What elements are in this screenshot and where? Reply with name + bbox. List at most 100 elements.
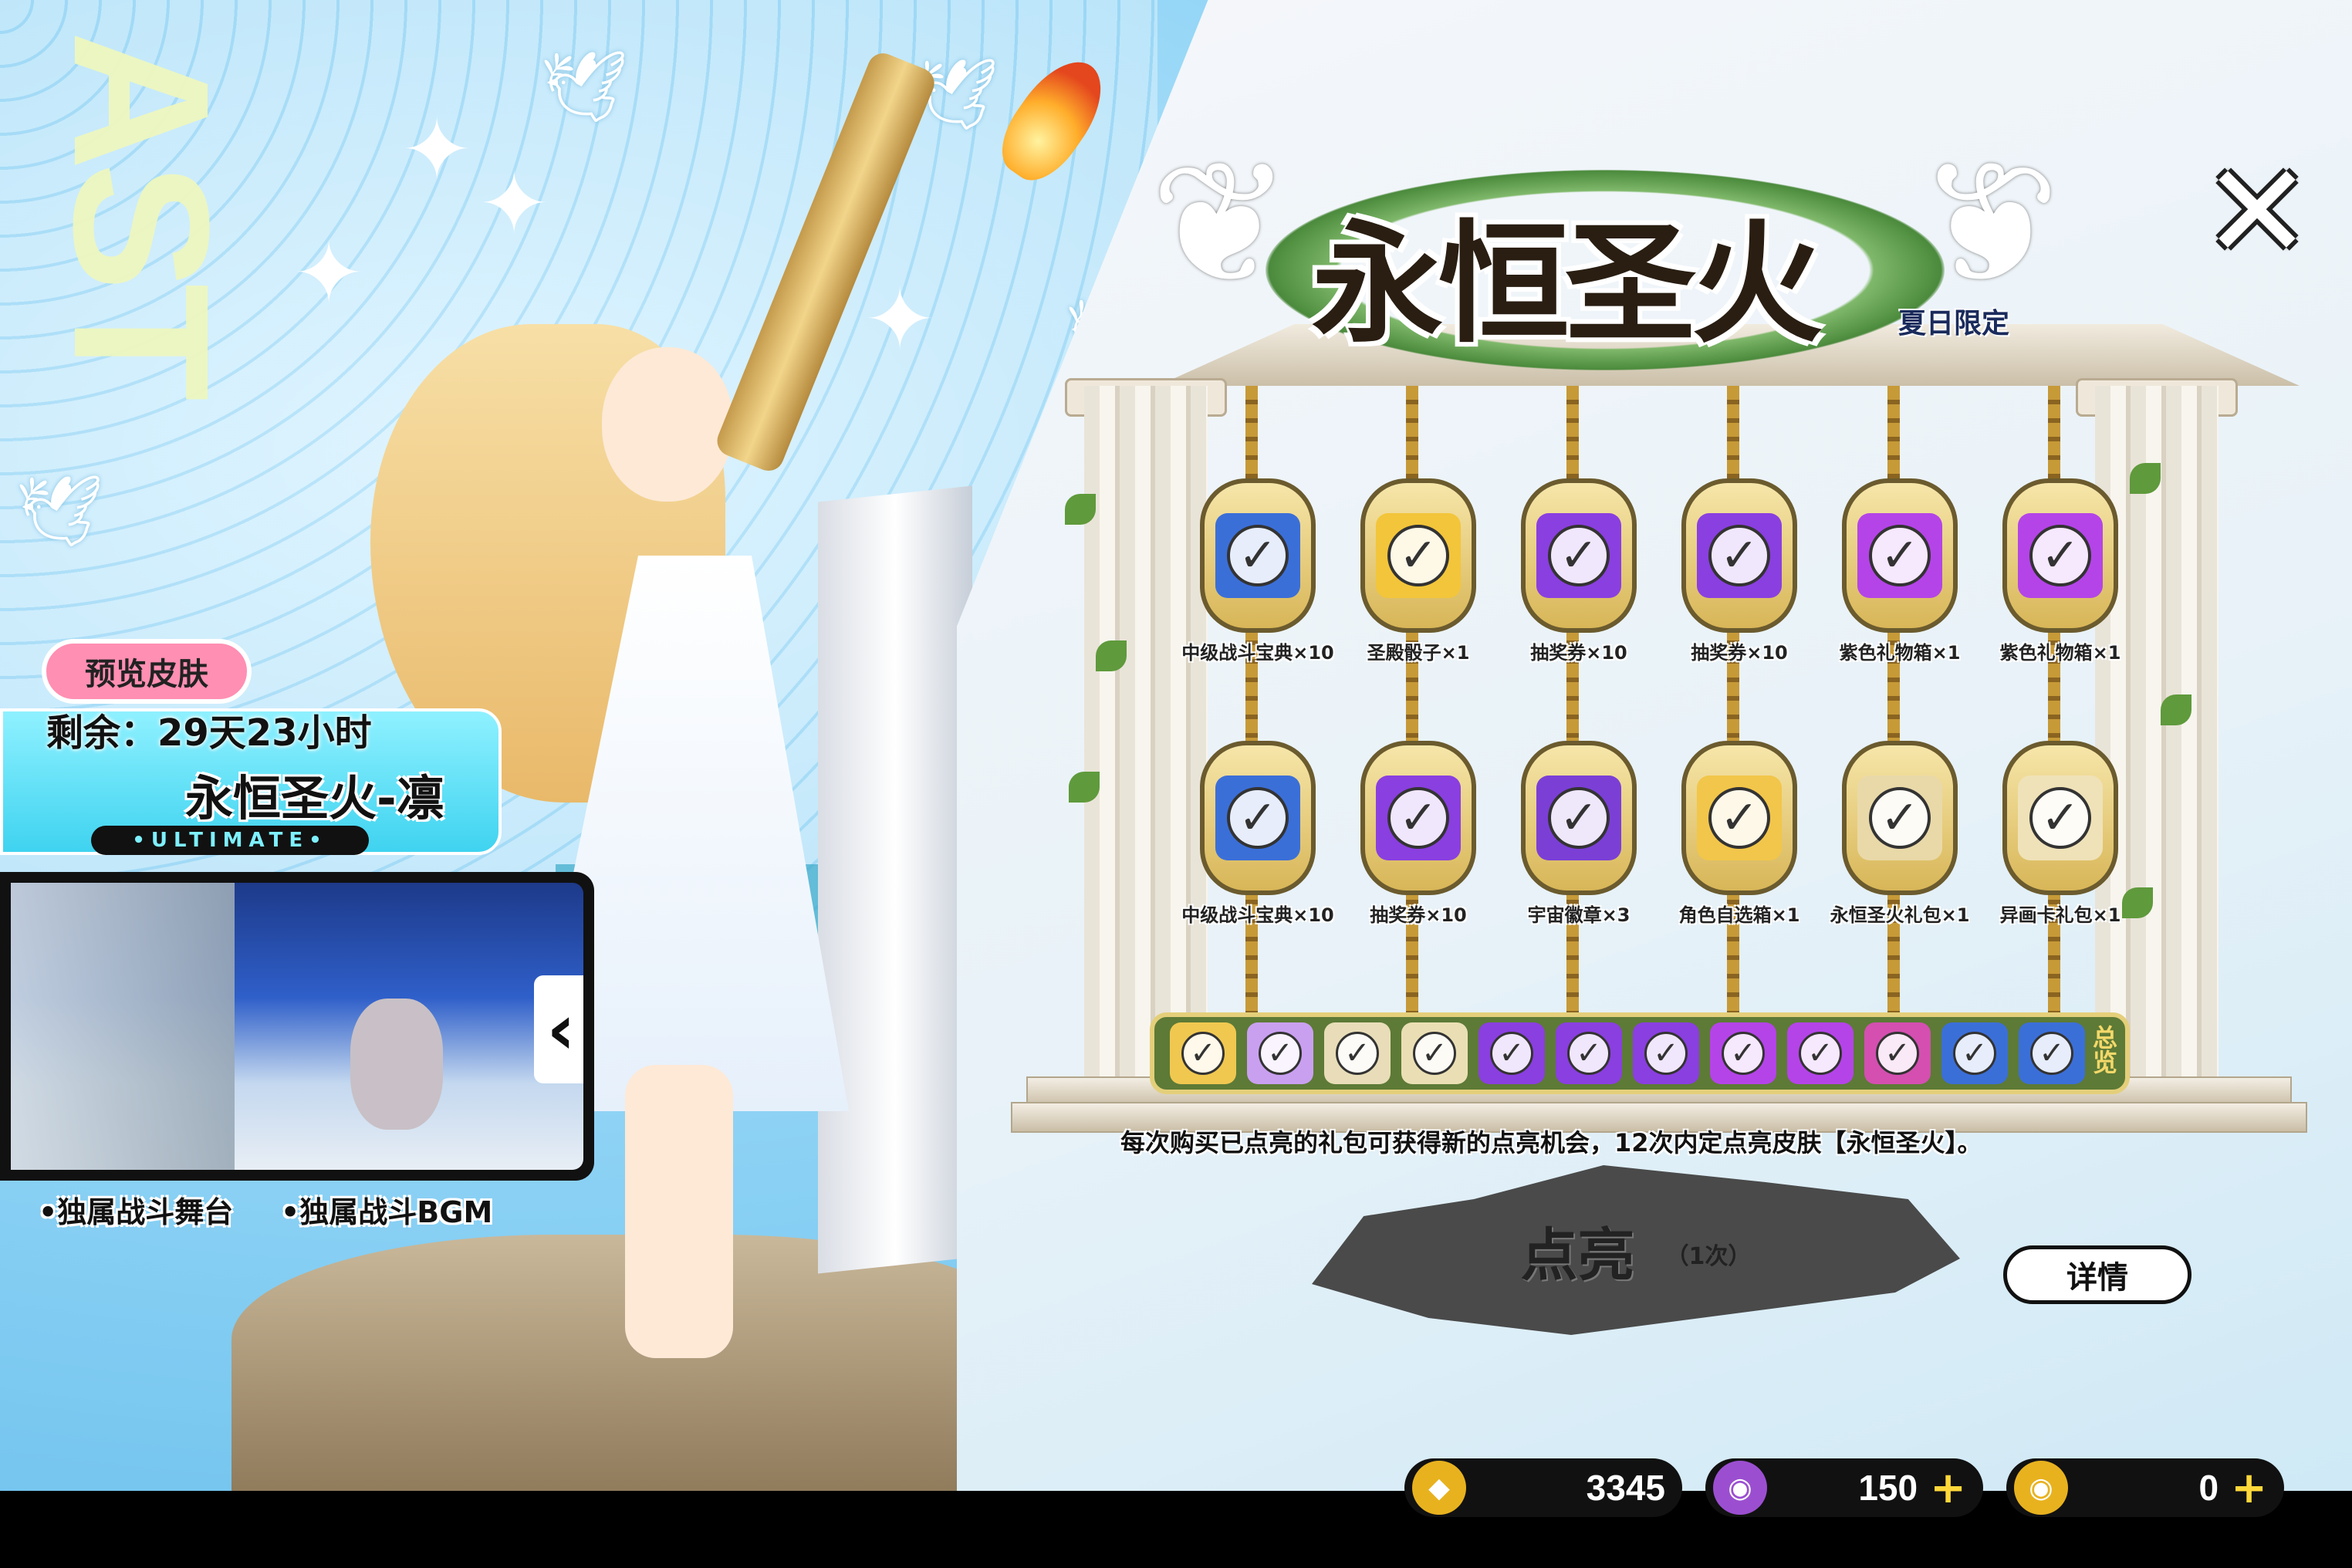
reward-icon: ✓: [1697, 776, 1782, 860]
character-head: [602, 347, 733, 502]
reward-label: 紫色礼物箱×1: [1839, 642, 1961, 664]
reward-icon: ✓: [1215, 513, 1300, 598]
reward-icon: ✓: [2018, 776, 2103, 860]
summer-limited-tag: 夏日限定: [1898, 308, 2010, 340]
summary-item[interactable]: ✓: [1324, 1022, 1391, 1084]
dove-icon: 🕊: [540, 46, 629, 127]
reward-item[interactable]: ✓ 宇宙徽章×3: [1521, 741, 1637, 927]
vine-leaf: [1096, 640, 1127, 671]
check-icon: ✓: [1799, 1032, 1842, 1075]
reward-label: 紫色礼物箱×1: [1999, 642, 2121, 664]
reward-label: 圣殿骰子×1: [1367, 642, 1470, 664]
reward-label: 异画卡礼包×1: [1999, 904, 2121, 926]
check-icon: ✓: [1227, 787, 1289, 849]
reward-frame: ✓: [1521, 478, 1637, 633]
reward-icon: ✓: [1376, 513, 1461, 598]
vine-leaf: [1065, 494, 1096, 525]
close-button[interactable]: ✕: [2199, 136, 2315, 289]
reward-item[interactable]: ✓ 异画卡礼包×1: [1999, 741, 2121, 927]
check-icon: ✓: [1548, 525, 1610, 586]
video-frame: ‹: [11, 883, 583, 1170]
summary-item[interactable]: ✓: [1170, 1022, 1236, 1084]
summary-item[interactable]: ✓: [1633, 1022, 1699, 1084]
check-icon: ✓: [1869, 787, 1931, 849]
summary-item[interactable]: ✓: [1247, 1022, 1313, 1084]
check-icon: ✓: [1387, 787, 1449, 849]
reward-frame: ✓: [1681, 741, 1797, 895]
check-icon: ✓: [1644, 1032, 1688, 1075]
reward-item[interactable]: ✓ 抽奖券×10: [1521, 478, 1637, 664]
reward-icon: ✓: [1857, 513, 1942, 598]
reward-label: 永恒圣火礼包×1: [1830, 904, 1970, 926]
remaining-time: 剩余：29天23小时: [46, 711, 372, 755]
check-icon: ✓: [1387, 525, 1449, 586]
currency-value: 150: [1858, 1468, 1918, 1508]
reward-item[interactable]: ✓ 圣殿骰子×1: [1360, 478, 1476, 664]
check-icon: ✓: [1869, 525, 1931, 586]
light-up-label: 点亮: [1520, 1222, 1635, 1289]
skin-name: 永恒圣火-凛: [185, 770, 444, 826]
add-currency-button[interactable]: +: [2231, 1463, 2267, 1513]
check-icon: ✓: [2029, 525, 2091, 586]
reward-item[interactable]: ✓ 抽奖券×10: [1360, 741, 1476, 927]
check-icon: ✓: [1708, 525, 1770, 586]
character-legs: [625, 1065, 733, 1358]
summary-item[interactable]: ✓: [1401, 1022, 1468, 1084]
summary-item[interactable]: ✓: [1941, 1022, 2008, 1084]
check-icon: ✓: [1722, 1032, 1765, 1075]
reward-frame: ✓: [1842, 478, 1958, 633]
reward-label: 中级战斗宝典×10: [1181, 642, 1334, 664]
summary-item[interactable]: ✓: [1478, 1022, 1545, 1084]
summary-bar[interactable]: ✓ ✓ ✓ ✓ ✓ ✓ ✓ ✓ ✓ ✓ ✓ ✓ 总览: [1150, 1012, 2130, 1094]
preview-skin-badge[interactable]: 预览皮肤: [42, 639, 252, 704]
check-icon: ✓: [1490, 1032, 1533, 1075]
check-icon: ✓: [2029, 787, 2091, 849]
reward-item[interactable]: ✓ 抽奖券×10: [1681, 478, 1797, 664]
currency-value: 3345: [1586, 1468, 1665, 1508]
add-currency-button[interactable]: +: [1930, 1463, 1966, 1513]
chevron-left-icon[interactable]: ‹: [534, 975, 583, 1083]
reward-item[interactable]: ✓ 永恒圣火礼包×1: [1830, 741, 1969, 927]
summary-item[interactable]: ✓: [1710, 1022, 1776, 1084]
gold-ticket-icon: ◆: [1412, 1461, 1466, 1515]
background-title-text: AST: [34, 31, 249, 394]
feature-stage: •独属战斗舞台: [39, 1195, 234, 1229]
reward-item[interactable]: ✓ 中级战斗宝典×10: [1181, 741, 1334, 927]
video-character: [350, 999, 443, 1130]
event-title-text: 永恒圣火: [1312, 208, 1823, 361]
check-icon: ✓: [1708, 787, 1770, 849]
reward-item[interactable]: ✓ 角色自选箱×1: [1679, 741, 1799, 927]
reward-icon: ✓: [1697, 513, 1782, 598]
video-blur-overlay: [11, 883, 235, 1170]
check-icon: ✓: [1181, 1032, 1225, 1075]
summary-item[interactable]: ✓: [1556, 1022, 1622, 1084]
currency-gold-ticket: ◆ 3345: [1404, 1458, 1682, 1517]
sparkle-icon: ✦: [293, 224, 365, 323]
reward-item[interactable]: ✓ 紫色礼物箱×1: [1839, 478, 1961, 664]
reward-icon: ✓: [1215, 776, 1300, 860]
summary-label[interactable]: 总览: [2088, 1025, 2119, 1074]
summary-item[interactable]: ✓: [2019, 1022, 2085, 1084]
reward-label: 抽奖券×10: [1530, 642, 1627, 664]
preview-video[interactable]: ‹: [0, 872, 594, 1181]
reward-icon: ✓: [1536, 776, 1621, 860]
summary-items: ✓ ✓ ✓ ✓ ✓ ✓ ✓ ✓ ✓ ✓ ✓ ✓: [1170, 1022, 2096, 1084]
reward-frame: ✓: [1521, 741, 1637, 895]
reward-label: 抽奖券×10: [1691, 642, 1788, 664]
reward-icon: ✓: [2018, 513, 2103, 598]
summary-item[interactable]: ✓: [1864, 1022, 1931, 1084]
check-icon: ✓: [1567, 1032, 1610, 1075]
reward-frame: ✓: [2002, 741, 2118, 895]
reward-item[interactable]: ✓ 紫色礼物箱×1: [1999, 478, 2121, 664]
detail-button[interactable]: 详情: [2003, 1245, 2191, 1304]
check-icon: ✓: [1336, 1032, 1379, 1075]
purple-disc-icon: ◉: [1713, 1461, 1767, 1515]
check-icon: ✓: [1953, 1032, 1996, 1075]
reward-item[interactable]: ✓ 中级战斗宝典×10: [1181, 478, 1334, 664]
reward-icon: ✓: [1536, 513, 1621, 598]
reward-label: 中级战斗宝典×10: [1181, 904, 1334, 926]
rule-description: 每次购买已点亮的礼包可获得新的点亮机会，12次内定点亮皮肤【永恒圣火】。: [1120, 1128, 1982, 1157]
reward-frame: ✓: [1681, 478, 1797, 633]
check-icon: ✓: [1227, 525, 1289, 586]
summary-item[interactable]: ✓: [1787, 1022, 1854, 1084]
